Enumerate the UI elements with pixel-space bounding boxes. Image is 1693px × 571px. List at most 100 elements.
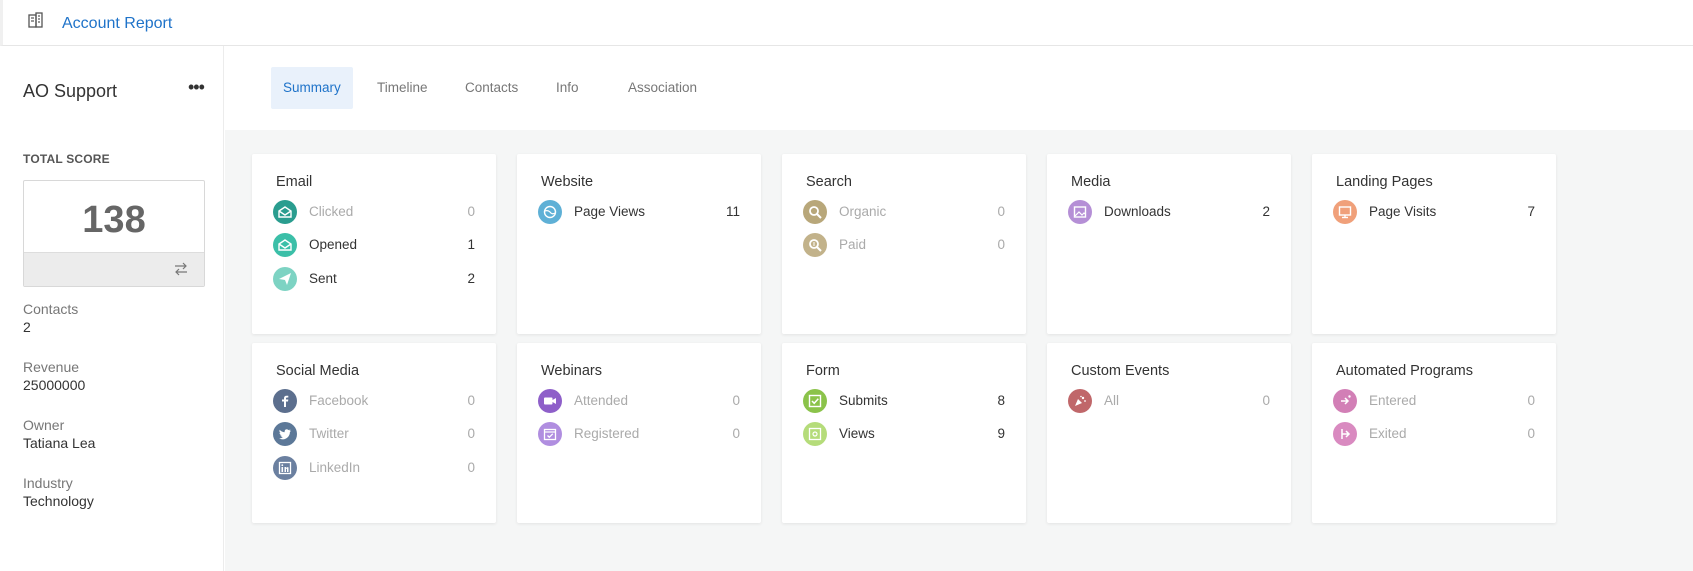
card-email: Email Clicked 0 Opened 1 Sent 2 <box>252 154 496 334</box>
metric-row-sent[interactable]: Sent 2 <box>273 266 475 292</box>
tab-contacts[interactable]: Contacts <box>453 67 530 109</box>
video-camera-icon <box>538 389 562 413</box>
metric-row-twitter[interactable]: Twitter 0 <box>273 421 475 447</box>
tab-association[interactable]: Association <box>616 67 709 109</box>
field-label: Contacts <box>23 301 79 317</box>
metric-row-clicked[interactable]: Clicked 0 <box>273 199 475 225</box>
page-title[interactable]: Account Report <box>62 15 172 33</box>
metric-row-opened[interactable]: Opened 1 <box>273 232 475 258</box>
metric-value: 8 <box>997 393 1005 408</box>
linkedin-icon <box>273 456 297 480</box>
field-value: Technology <box>23 493 94 509</box>
metric-value: 0 <box>467 426 475 441</box>
card-title: Form <box>806 363 840 379</box>
monitor-icon <box>1333 200 1357 224</box>
metric-row-downloads[interactable]: Downloads 2 <box>1068 199 1270 225</box>
metric-value: 11 <box>725 204 740 219</box>
metric-value: 0 <box>997 204 1005 219</box>
custom-event-icon <box>1068 389 1092 413</box>
metric-label: Paid <box>839 237 867 252</box>
metric-row-paid[interactable]: Paid 0 <box>803 232 1005 258</box>
metric-row-all[interactable]: All 0 <box>1068 388 1270 414</box>
metric-label: Page Views <box>574 204 646 219</box>
swap-icon[interactable] <box>174 262 188 276</box>
metric-value: 0 <box>732 393 740 408</box>
tab-timeline[interactable]: Timeline <box>365 67 440 109</box>
metric-row-page-views[interactable]: Page Views 11 <box>538 199 740 225</box>
search-dollar-icon <box>803 233 827 257</box>
account-name: AO Support <box>23 81 118 101</box>
field-contacts: Contacts 2 <box>23 300 78 336</box>
field-label: Revenue <box>23 359 80 375</box>
card-landing-pages: Landing Pages Page Visits 7 <box>1312 154 1556 334</box>
field-label: Industry <box>23 475 73 491</box>
metric-label: Page Visits <box>1369 204 1437 219</box>
card-title: Webinars <box>541 363 602 379</box>
metric-row-exited[interactable]: Exited 0 <box>1333 421 1535 447</box>
metric-label: Registered <box>574 426 640 441</box>
metric-row-views[interactable]: Views 9 <box>803 421 1005 447</box>
score-footer <box>24 252 204 286</box>
checkbox-icon <box>803 389 827 413</box>
metric-value: 0 <box>467 460 475 475</box>
globe-icon <box>538 200 562 224</box>
metric-label: LinkedIn <box>309 460 361 475</box>
metric-row-linkedin[interactable]: LinkedIn 0 <box>273 455 475 481</box>
total-score-value: 138 <box>82 199 146 241</box>
metric-row-registered[interactable]: Registered 0 <box>538 421 740 447</box>
card-title: Custom Events <box>1071 363 1170 379</box>
card-title: Website <box>541 174 594 190</box>
card-media: Media Downloads 2 <box>1047 154 1291 334</box>
field-owner: Owner Tatiana Lea <box>23 416 95 452</box>
field-revenue: Revenue 25000000 <box>23 358 85 394</box>
metric-row-facebook[interactable]: Facebook 0 <box>273 388 475 414</box>
metric-label: Opened <box>309 237 358 252</box>
metric-row-organic[interactable]: Organic 0 <box>803 199 1005 225</box>
email-open-icon <box>273 200 297 224</box>
field-value: 2 <box>23 319 31 335</box>
card-title: Search <box>806 174 852 190</box>
metric-value: 0 <box>1262 393 1270 408</box>
metric-label: Sent <box>309 271 337 286</box>
paper-plane-icon <box>273 267 297 291</box>
metric-label: Entered <box>1369 393 1417 408</box>
metric-value: 0 <box>732 426 740 441</box>
metric-row-attended[interactable]: Attended 0 <box>538 388 740 414</box>
building-icon <box>28 12 43 28</box>
field-industry: Industry Technology <box>23 474 94 510</box>
metric-label: Views <box>839 426 875 441</box>
metric-value: 1 <box>467 237 475 252</box>
metric-row-submits[interactable]: Submits 8 <box>803 388 1005 414</box>
metric-row-entered[interactable]: Entered 0 <box>1333 388 1535 414</box>
card-title: Media <box>1071 174 1111 190</box>
metric-value: 9 <box>997 426 1005 441</box>
card-title: Social Media <box>276 363 360 379</box>
account-sidebar: AO Support ••• TOTAL SCORE 138 Contacts … <box>3 46 224 571</box>
metric-label: Exited <box>1369 426 1407 441</box>
top-bar: Account Report <box>0 0 1693 46</box>
metric-value: 0 <box>1527 426 1535 441</box>
field-value: Tatiana Lea <box>23 435 96 451</box>
metric-label: Twitter <box>309 426 349 441</box>
metric-label: Facebook <box>309 393 369 408</box>
tab-summary[interactable]: Summary <box>271 67 353 109</box>
metric-label: All <box>1104 393 1120 408</box>
program-entered-icon <box>1333 389 1357 413</box>
main-content: Summary Timeline Contacts Info Associati… <box>225 46 1693 571</box>
metric-row-page-visits[interactable]: Page Visits 7 <box>1333 199 1535 225</box>
facebook-icon <box>273 389 297 413</box>
program-exited-icon <box>1333 422 1357 446</box>
search-icon <box>803 200 827 224</box>
card-title: Automated Programs <box>1336 363 1474 379</box>
tab-info[interactable]: Info <box>544 67 591 109</box>
metric-label: Submits <box>839 393 888 408</box>
card-automated-programs: Automated Programs Entered 0 Exited 0 <box>1312 343 1556 523</box>
calendar-check-icon <box>538 422 562 446</box>
metric-value: 0 <box>997 237 1005 252</box>
card-title: Email <box>276 174 313 190</box>
card-search: Search Organic 0 Paid 0 <box>782 154 1026 334</box>
card-form: Form Submits 8 Views 9 <box>782 343 1026 523</box>
email-open-icon <box>273 233 297 257</box>
more-horizontal-icon[interactable]: ••• <box>188 78 205 96</box>
card-webinars: Webinars Attended 0 Registered 0 <box>517 343 761 523</box>
